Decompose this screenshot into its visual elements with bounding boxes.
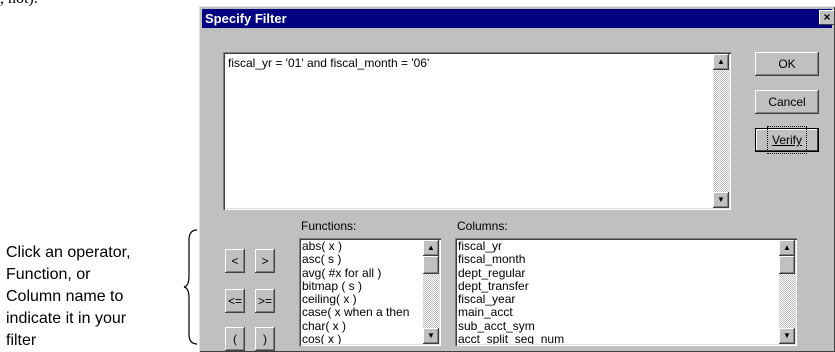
list-item[interactable]: fiscal_yr — [458, 240, 777, 253]
ok-button[interactable]: OK — [755, 52, 819, 76]
scroll-down-arrow-icon[interactable]: ▼ — [423, 328, 439, 344]
callout-line: Function, or — [6, 266, 91, 283]
columns-list-items: fiscal_yr fiscal_month dept_regular dept… — [458, 240, 777, 344]
list-item[interactable]: case( x when a then — [302, 306, 421, 320]
filter-expression-textarea[interactable]: fiscal_yr = '01' and fiscal_month = '06'… — [223, 52, 731, 210]
less-equal-button[interactable]: <= — [225, 289, 245, 313]
page-text-fragment: , not). — [0, 0, 38, 8]
specify-filter-dialog: Specify Filter × fiscal_yr = '01' and fi… — [199, 6, 835, 352]
list-item[interactable]: sub_acct_sym — [458, 319, 777, 333]
filter-expression-text: fiscal_yr = '01' and fiscal_month = '06' — [228, 56, 430, 70]
list-item[interactable]: main_acct — [458, 306, 777, 320]
greater-equal-button[interactable]: >= — [255, 289, 275, 313]
dialog-titlebar: Specify Filter × — [202, 9, 835, 28]
callout-line: Click an operator, — [6, 244, 131, 261]
list-item[interactable]: abs( x ) — [302, 240, 421, 253]
cancel-button[interactable]: Cancel — [755, 90, 819, 114]
scroll-down-arrow-icon[interactable]: ▼ — [713, 192, 729, 208]
callout-line: Column name to — [6, 288, 124, 305]
list-item[interactable]: cos( x ) — [302, 332, 421, 344]
callout-text: Click an operator, Function, or Column n… — [6, 242, 131, 352]
callout-line: filter — [6, 332, 37, 349]
list-item[interactable]: bitmap ( s ) — [302, 279, 421, 293]
greater-than-button[interactable]: > — [255, 249, 275, 273]
scroll-up-arrow-icon[interactable]: ▲ — [779, 240, 795, 256]
scroll-up-arrow-icon[interactable]: ▲ — [713, 54, 729, 70]
filter-scrollbar[interactable]: ▲ ▼ — [713, 54, 729, 208]
columns-label: Columns: — [457, 219, 508, 233]
functions-list-items: abs( x ) asc( s ) avg( #x for all ) bitm… — [302, 240, 421, 344]
list-item[interactable]: dept_regular — [458, 266, 777, 280]
dialog-title: Specify Filter — [205, 11, 287, 26]
curly-brace-icon — [183, 229, 198, 345]
list-item[interactable]: char( x ) — [302, 319, 421, 333]
list-item[interactable]: acct_split_seq_num — [458, 332, 777, 344]
scroll-thumb[interactable] — [779, 256, 795, 274]
functions-list[interactable]: abs( x ) asc( s ) avg( #x for all ) bitm… — [299, 238, 441, 346]
columns-list[interactable]: fiscal_yr fiscal_month dept_regular dept… — [455, 238, 797, 346]
list-item[interactable]: ceiling( x ) — [302, 292, 421, 306]
scroll-thumb[interactable] — [423, 256, 439, 274]
list-item[interactable]: asc( s ) — [302, 252, 421, 266]
open-paren-button[interactable]: ( — [225, 327, 245, 351]
verify-button[interactable]: Verify — [755, 126, 819, 154]
functions-scrollbar[interactable]: ▲ ▼ — [423, 240, 439, 344]
list-item[interactable]: avg( #x for all ) — [302, 266, 421, 280]
scroll-down-arrow-icon[interactable]: ▼ — [779, 328, 795, 344]
list-item[interactable]: fiscal_year — [458, 292, 777, 306]
list-item[interactable]: fiscal_month — [458, 252, 777, 266]
functions-label: Functions: — [301, 219, 357, 233]
close-button[interactable]: × — [819, 10, 835, 25]
list-item[interactable]: dept_transfer — [458, 279, 777, 293]
less-than-button[interactable]: < — [225, 249, 245, 273]
close-paren-button[interactable]: ) — [255, 327, 275, 351]
columns-scrollbar[interactable]: ▲ ▼ — [779, 240, 795, 344]
callout-line: indicate it in your — [6, 310, 127, 327]
scroll-up-arrow-icon[interactable]: ▲ — [423, 240, 439, 256]
